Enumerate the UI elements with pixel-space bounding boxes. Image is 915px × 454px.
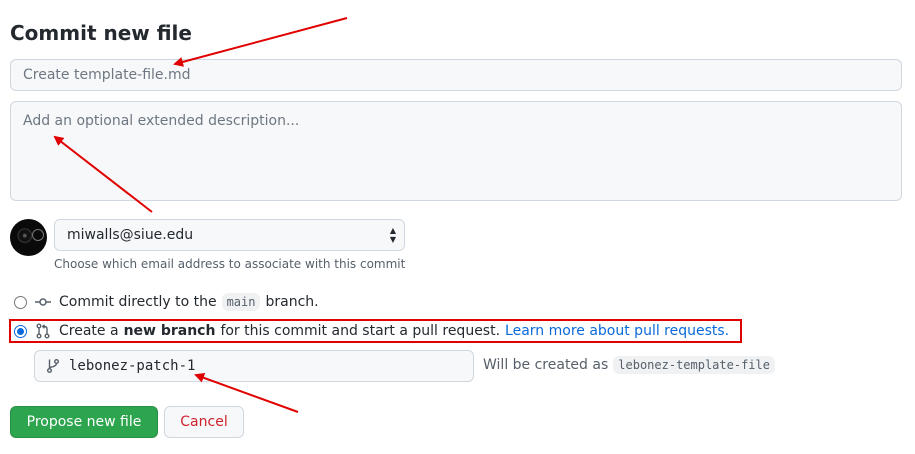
email-select-value: miwalls@siue.edu xyxy=(67,227,194,243)
page-title: Commit new file xyxy=(10,21,192,45)
new-branch-radio[interactable] xyxy=(14,324,27,338)
branch-name-value: lebonez-patch-1 xyxy=(69,358,196,374)
git-pull-request-icon xyxy=(36,323,50,339)
email-help-text: Choose which email address to associate … xyxy=(54,257,406,271)
new-branch-option[interactable]: Create a new branch for this commit and … xyxy=(10,319,729,343)
branch-name-input[interactable]: lebonez-patch-1 xyxy=(34,350,474,382)
will-be-created-label: Will be created as xyxy=(483,357,609,373)
new-branch-label-bold: new branch xyxy=(123,323,216,339)
commit-directly-label-start: Commit directly to the xyxy=(59,294,217,310)
git-commit-icon xyxy=(35,298,51,306)
commit-directly-radio[interactable] xyxy=(14,295,27,309)
commit-description-input[interactable] xyxy=(10,101,902,201)
avatar xyxy=(10,219,47,256)
commit-summary-input[interactable] xyxy=(10,59,902,91)
commit-directly-label-end: branch. xyxy=(265,294,319,310)
learn-more-pull-requests-link[interactable]: Learn more about pull requests. xyxy=(505,323,729,339)
commit-directly-option[interactable]: Commit directly to the main branch. xyxy=(10,290,319,314)
will-be-created-branch: lebonez-template-file xyxy=(613,356,775,374)
branch-name-code: main xyxy=(221,293,261,311)
git-branch-icon xyxy=(47,359,59,373)
annotation-arrow-summary xyxy=(173,17,348,67)
will-be-created-note: Will be created as lebonez-template-file xyxy=(483,356,780,374)
propose-new-file-button[interactable]: Propose new file xyxy=(10,406,158,438)
new-branch-label-end: for this commit and start a pull request… xyxy=(220,323,501,339)
new-branch-label-start: Create a xyxy=(59,323,119,339)
select-arrows-icon: ▲ ▼ xyxy=(389,226,396,244)
cancel-button[interactable]: Cancel xyxy=(164,406,244,438)
email-select[interactable]: miwalls@siue.edu ▲ ▼ xyxy=(54,219,405,251)
